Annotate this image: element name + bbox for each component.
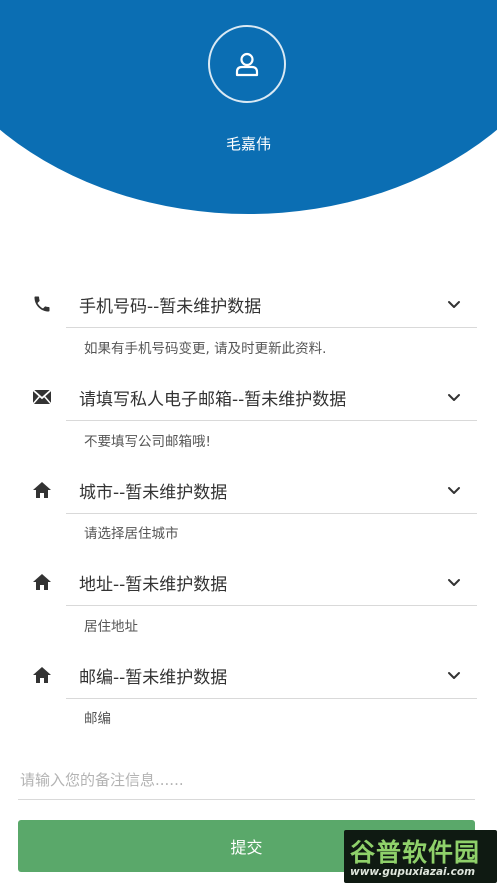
profile-page: 毛嘉伟 手机号码--暂未维护数据 如果有手机号码变更, 请及时更新此资料. 请填…	[0, 0, 497, 883]
field-row-email[interactable]: 请填写私人电子邮箱--暂未维护数据	[0, 373, 497, 421]
submit-button-label: 提交	[230, 838, 263, 857]
watermark-logo: 谷普软件园 www.gupuxiazai.com	[344, 830, 497, 883]
chevron-down-icon[interactable]	[442, 478, 466, 502]
phone-field-label: 手机号码--暂未维护数据	[79, 297, 262, 317]
phone-field-hint: 如果有手机号码变更, 请及时更新此资料.	[84, 341, 327, 357]
divider	[66, 698, 477, 699]
remarks-input[interactable]	[18, 760, 475, 800]
username: 毛嘉伟	[225, 135, 271, 153]
home-icon	[30, 663, 54, 687]
phone-icon	[30, 292, 54, 316]
mail-icon	[30, 385, 54, 409]
chevron-down-icon[interactable]	[442, 663, 466, 687]
divider	[66, 513, 477, 514]
email-field-label: 请填写私人电子邮箱--暂未维护数据	[79, 390, 347, 410]
postcode-field-label: 邮编--暂未维护数据	[79, 668, 228, 688]
address-field-hint: 居住地址	[84, 619, 138, 635]
field-row-city[interactable]: 城市--暂未维护数据	[0, 466, 497, 514]
field-row-phone[interactable]: 手机号码--暂未维护数据	[0, 280, 497, 328]
address-field-label: 地址--暂未维护数据	[79, 575, 228, 595]
field-row-postcode[interactable]: 邮编--暂未维护数据	[0, 651, 497, 699]
city-field-hint: 请选择居住城市	[84, 526, 179, 542]
chevron-down-icon[interactable]	[442, 385, 466, 409]
chevron-down-icon[interactable]	[442, 570, 466, 594]
avatar[interactable]	[208, 25, 286, 103]
field-row-address[interactable]: 地址--暂未维护数据	[0, 558, 497, 606]
watermark-url: www.gupuxiazai.com	[350, 866, 476, 878]
home-icon	[30, 570, 54, 594]
home-icon	[30, 478, 54, 502]
user-icon	[235, 52, 259, 77]
chevron-down-icon[interactable]	[442, 292, 466, 316]
divider	[66, 605, 477, 606]
postcode-field-hint: 邮编	[84, 711, 111, 727]
divider	[66, 327, 477, 328]
watermark-title: 谷普软件园	[350, 838, 481, 867]
divider	[66, 420, 477, 421]
email-field-hint: 不要填写公司邮箱哦!	[84, 434, 211, 450]
city-field-label: 城市--暂未维护数据	[79, 483, 228, 503]
